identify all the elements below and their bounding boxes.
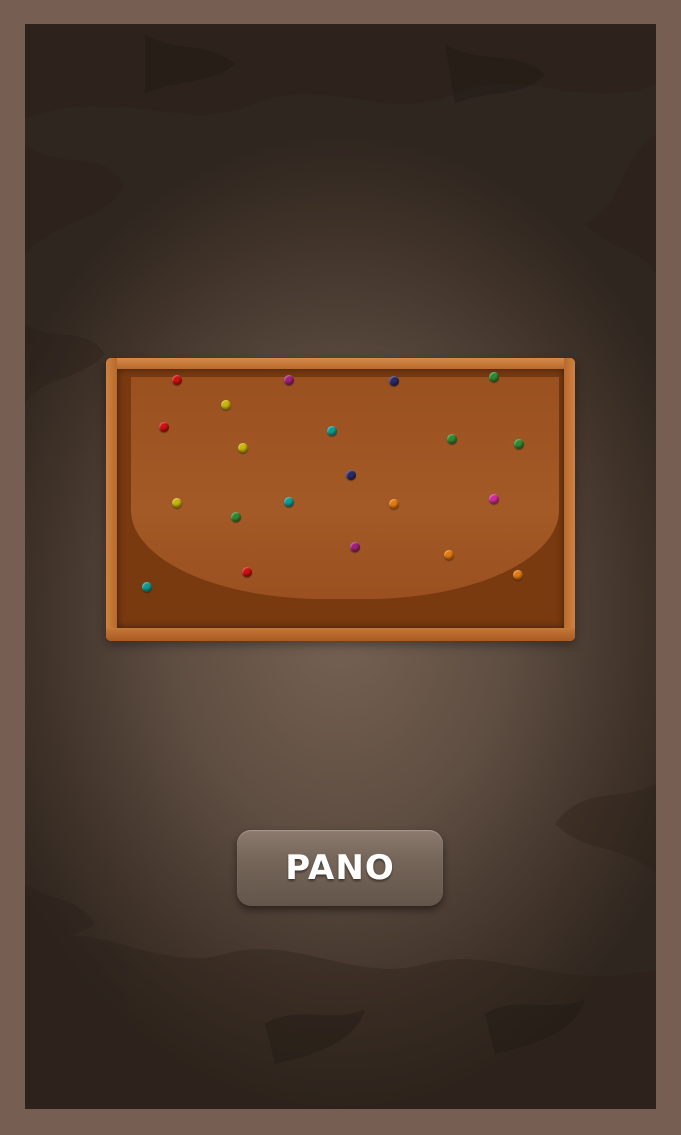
- tray-frame-bottom: [106, 628, 575, 641]
- red-bead[interactable]: [172, 375, 182, 385]
- tray-frame-top: [106, 358, 575, 369]
- magenta-bead[interactable]: [489, 494, 499, 504]
- pano-button[interactable]: PANO: [237, 830, 443, 906]
- navy-bead[interactable]: [389, 376, 399, 386]
- tray-floor: [117, 369, 564, 628]
- green-bead[interactable]: [231, 512, 241, 522]
- green-bead[interactable]: [489, 372, 499, 382]
- tray-frame-left: [106, 358, 117, 641]
- tray-frame-right: [564, 358, 575, 641]
- navy-bead[interactable]: [346, 470, 356, 480]
- tray-light-reflection: [131, 377, 559, 599]
- outer-frame: PANO: [0, 0, 681, 1135]
- red-bead[interactable]: [159, 422, 169, 432]
- pano-button-label: PANO: [285, 848, 395, 888]
- yellow-bead[interactable]: [172, 498, 182, 508]
- yellow-bead[interactable]: [221, 400, 231, 410]
- bead-tray: [106, 358, 575, 641]
- orange-bead[interactable]: [513, 570, 523, 580]
- teal-bead[interactable]: [142, 582, 152, 592]
- purple-bead[interactable]: [284, 375, 294, 385]
- game-scene: PANO: [25, 24, 656, 1109]
- green-bead[interactable]: [514, 439, 524, 449]
- red-bead[interactable]: [242, 567, 252, 577]
- orange-bead[interactable]: [389, 499, 399, 509]
- teal-bead[interactable]: [327, 426, 337, 436]
- teal-bead[interactable]: [284, 497, 294, 507]
- yellow-bead[interactable]: [238, 443, 248, 453]
- orange-bead[interactable]: [444, 550, 454, 560]
- purple-bead[interactable]: [350, 542, 360, 552]
- green-bead[interactable]: [447, 434, 457, 444]
